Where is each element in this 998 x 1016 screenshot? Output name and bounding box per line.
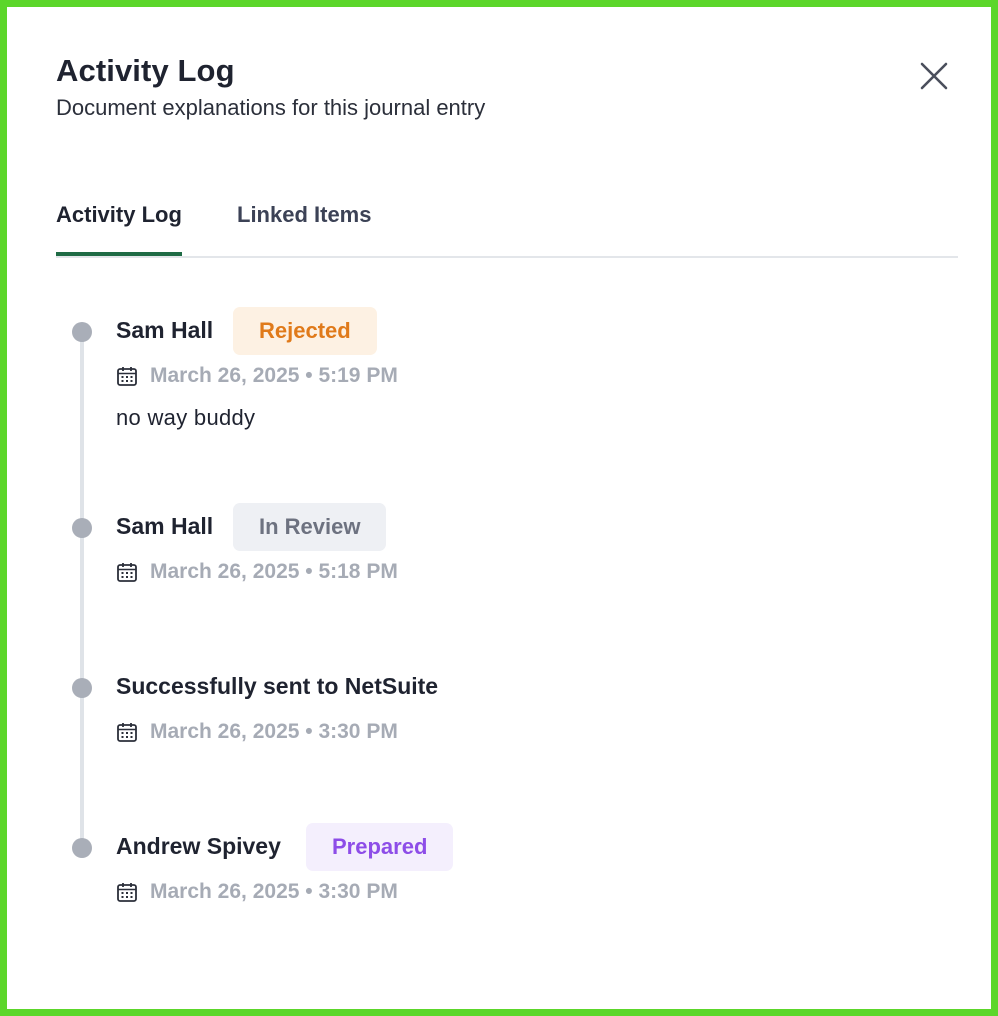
tab-bar: Activity Log Linked Items — [56, 194, 958, 258]
timestamp-text: March 26, 2025 • 3:30 PM — [150, 880, 398, 903]
calendar-icon — [117, 883, 137, 902]
timestamp-text: March 26, 2025 • 5:19 PM — [150, 364, 398, 387]
activity-actor: Sam Hall — [116, 317, 214, 343]
status-badge-prepared: Prepared — [306, 823, 454, 871]
tab-linked-items[interactable]: Linked Items — [237, 202, 371, 254]
timestamp-text: March 26, 2025 • 3:30 PM — [150, 720, 398, 743]
modal-frame: Activity Log Document explanations for t… — [0, 0, 998, 1016]
activity-actor: Sam Hall — [116, 513, 214, 539]
activity-timestamp: March 26, 2025 • 5:19 PM — [116, 364, 398, 388]
tab-activity-log[interactable]: Activity Log — [56, 202, 182, 256]
page-title: Activity Log — [56, 53, 235, 88]
timeline-dot — [72, 322, 92, 342]
timeline-line — [80, 332, 84, 852]
page-subtitle: Document explanations for this journal e… — [56, 95, 486, 120]
timeline-dot — [72, 678, 92, 698]
activity-actor: Andrew Spivey — [116, 833, 281, 859]
activity-log-panel: Activity Log Document explanations for t… — [14, 14, 984, 1002]
activity-event: Successfully sent to NetSuite — [116, 673, 439, 699]
close-button[interactable] — [914, 56, 954, 96]
timeline-dot — [72, 518, 92, 538]
timeline-dot — [72, 838, 92, 858]
close-icon — [920, 62, 948, 90]
activity-comment: no way buddy — [116, 405, 256, 430]
calendar-icon — [117, 563, 137, 582]
calendar-icon — [117, 723, 137, 742]
activity-timestamp: March 26, 2025 • 3:30 PM — [116, 880, 398, 904]
activity-timestamp: March 26, 2025 • 5:18 PM — [116, 560, 398, 584]
activity-timestamp: March 26, 2025 • 3:30 PM — [116, 720, 398, 744]
status-badge-in-review: In Review — [233, 503, 387, 551]
calendar-icon — [117, 367, 137, 386]
status-badge-rejected: Rejected — [233, 307, 377, 355]
timestamp-text: March 26, 2025 • 5:18 PM — [150, 560, 398, 583]
